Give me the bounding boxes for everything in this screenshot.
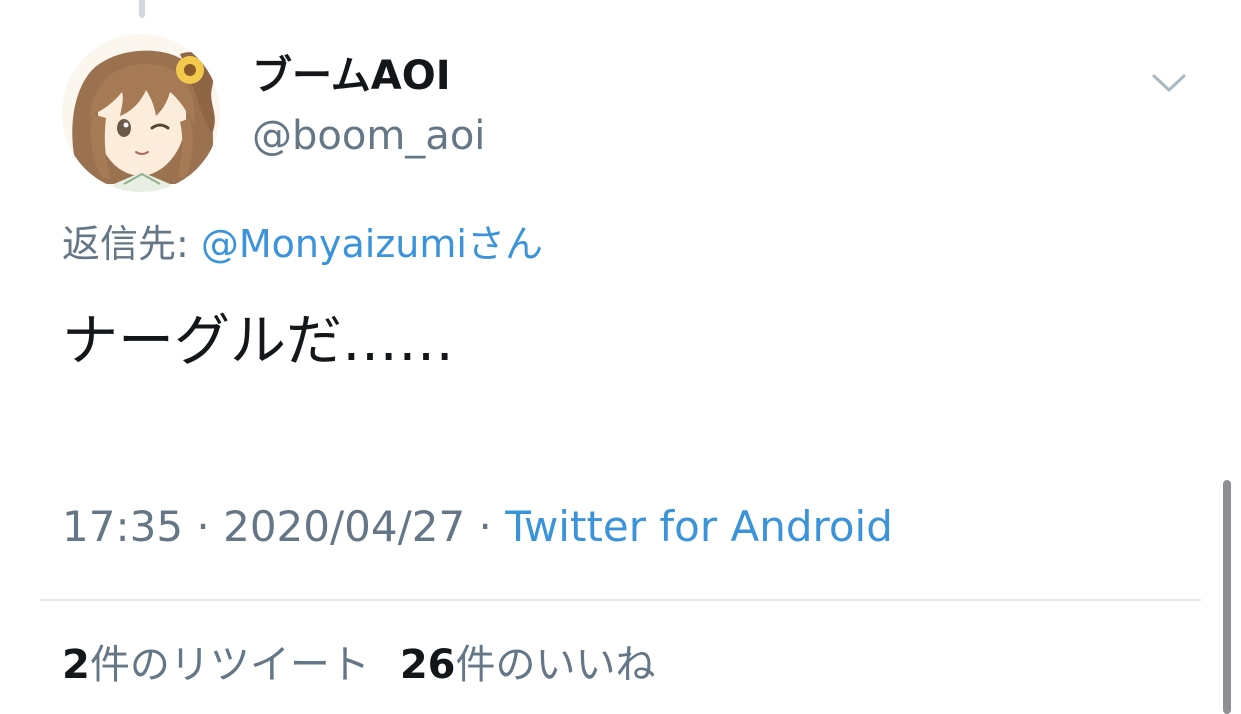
tweet-source-link[interactable]: Twitter for Android [505, 502, 893, 551]
tweet-time[interactable]: 17:35 [62, 502, 183, 551]
chevron-down-icon[interactable] [1150, 68, 1188, 98]
tweet-text: ナーグルだ…… [62, 309, 454, 374]
divider [40, 599, 1201, 601]
avatar[interactable] [62, 34, 220, 192]
engagement-stats: 2件のリツイート 26件のいいね [62, 638, 656, 692]
tweet-detail-screen: ブームAOI @boom_aoi 返信先: @Monyaizumiさん ナーグル… [0, 0, 1241, 714]
reply-mention-link[interactable]: @Monyaizumiさん [201, 222, 543, 266]
reply-prefix: 返信先: [62, 222, 201, 266]
scrollbar[interactable] [1223, 480, 1231, 714]
user-handle[interactable]: @boom_aoi [252, 110, 485, 162]
display-name[interactable]: ブームAOI [252, 50, 451, 102]
thread-connector-line [139, 0, 145, 18]
reply-context: 返信先: @Monyaizumiさん [62, 218, 543, 270]
meta-separator: · [465, 502, 506, 551]
retweet-label: 件のリツイート [89, 642, 370, 688]
like-label: 件のいいね [455, 642, 656, 688]
like-count: 26 [399, 642, 456, 688]
retweet-count: 2 [62, 642, 90, 688]
like-stat[interactable]: 26件のいいね [400, 642, 656, 688]
meta-separator: · [183, 502, 224, 551]
avatar-illustration [62, 34, 220, 192]
retweet-stat[interactable]: 2件のリツイート [62, 642, 370, 688]
tweet-metadata: 17:35 · 2020/04/27 · Twitter for Android [62, 500, 893, 554]
tweet-date[interactable]: 2020/04/27 [223, 502, 465, 551]
